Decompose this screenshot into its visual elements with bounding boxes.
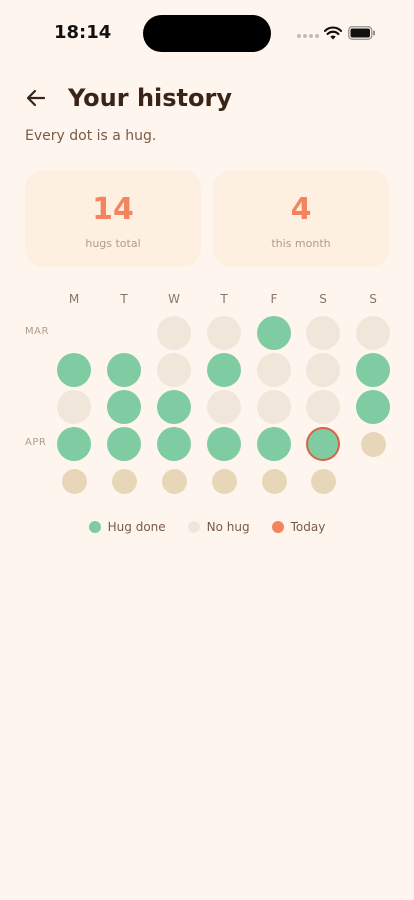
day-dot-done[interactable]	[257, 316, 291, 350]
day-dot-future	[161, 468, 187, 494]
legend-dot-today	[271, 521, 284, 533]
stat-label-total: hugs total	[85, 237, 141, 250]
day-dot-done[interactable]	[157, 390, 191, 424]
day-dot-done[interactable]	[107, 353, 141, 387]
stat-label-month: this month	[271, 237, 331, 250]
day-dot-done[interactable]	[157, 427, 191, 461]
arrow-left-icon	[26, 89, 46, 107]
day-header-fri: F	[270, 292, 278, 306]
hug-calendar: M T W T F S S MAR APR	[0, 290, 414, 510]
legend-label-no-hug: No hug	[206, 520, 250, 534]
back-button[interactable]	[24, 86, 56, 114]
day-dot-none[interactable]	[157, 316, 191, 350]
day-dot-none[interactable]	[306, 353, 340, 387]
day-dot-none[interactable]	[157, 353, 191, 387]
day-dot-future	[111, 468, 137, 494]
day-header-tue: T	[120, 292, 128, 306]
day-dot-none[interactable]	[306, 316, 340, 350]
month-label-apr: APR	[25, 437, 47, 448]
day-dot-none[interactable]	[257, 390, 291, 424]
legend: Hug done No hug Today	[0, 520, 414, 534]
day-dot-none[interactable]	[207, 390, 241, 424]
day-header-mon: M	[68, 292, 80, 306]
day-dot-none[interactable]	[57, 390, 91, 424]
stat-value-month: 4	[290, 192, 312, 227]
day-dot-today[interactable]	[306, 427, 340, 461]
stats-row: 14 hugs total 4 this month	[25, 170, 389, 267]
month-label-mar: MAR	[25, 326, 49, 337]
day-dot-done[interactable]	[356, 353, 390, 387]
status-bar: 18:14	[0, 0, 414, 64]
stat-card-month: 4 this month	[213, 170, 389, 267]
day-dot-future	[61, 468, 87, 494]
day-header-sun: S	[369, 292, 377, 306]
day-dot-future	[261, 468, 287, 494]
day-header-wed: W	[168, 292, 180, 306]
legend-item-today: Today	[271, 520, 326, 534]
day-dot-none[interactable]	[207, 316, 241, 350]
day-dot-none[interactable]	[306, 390, 340, 424]
day-dot-none[interactable]	[356, 316, 390, 350]
legend-item-hug-done: Hug done	[88, 520, 166, 534]
day-dot-done[interactable]	[107, 390, 141, 424]
day-dot-future	[360, 431, 386, 457]
battery-icon	[348, 26, 375, 40]
day-dot-done[interactable]	[207, 427, 241, 461]
legend-label-today: Today	[290, 520, 326, 534]
subtitle: Every dot is a hug.	[25, 128, 157, 144]
wifi-icon	[324, 26, 342, 40]
legend-dot-hug-done	[88, 521, 101, 533]
dynamic-island	[143, 15, 271, 52]
signal-icon	[297, 34, 319, 38]
day-dot-done[interactable]	[107, 427, 141, 461]
day-header-thu: T	[220, 292, 228, 306]
legend-item-no-hug: No hug	[187, 520, 250, 534]
day-dot-none[interactable]	[257, 353, 291, 387]
status-time: 18:14	[54, 22, 112, 43]
page-title: Your history	[68, 84, 232, 112]
day-dot-future	[211, 468, 237, 494]
stat-value-total: 14	[92, 192, 134, 227]
day-dot-done[interactable]	[257, 427, 291, 461]
day-header-sat: S	[319, 292, 327, 306]
stat-card-total: 14 hugs total	[25, 170, 201, 267]
day-dot-done[interactable]	[57, 353, 91, 387]
day-dot-done[interactable]	[356, 390, 390, 424]
header: Your history	[24, 80, 390, 120]
day-dot-future	[310, 468, 336, 494]
legend-dot-no-hug	[187, 521, 200, 533]
day-dot-done[interactable]	[57, 427, 91, 461]
day-dot-done[interactable]	[207, 353, 241, 387]
legend-label-hug-done: Hug done	[107, 520, 166, 534]
